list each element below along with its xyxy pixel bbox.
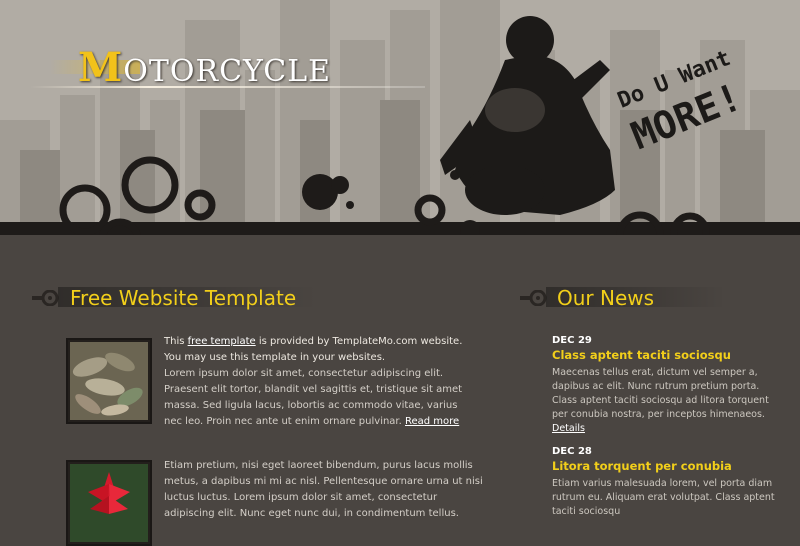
header-banner: MOTORCYCLE Do U Want MORE! <box>0 0 800 235</box>
news-heading: Our News <box>557 286 655 310</box>
news-date: DEC 29 <box>552 335 592 346</box>
free-template-link[interactable]: free template <box>188 336 256 347</box>
leaves-thumbnail <box>66 338 152 424</box>
wheel-icon <box>520 290 547 306</box>
body-paragraph-1: Lorem ipsum dolor sit amet, consectetur … <box>164 366 474 430</box>
news-item-body: Etiam varius malesuada lorem, vel porta … <box>552 478 775 517</box>
wheel-icon <box>32 290 59 306</box>
news-body-text: Maecenas tellus erat, dictum vel semper … <box>552 367 769 420</box>
main-heading: Free Website Template <box>70 286 297 310</box>
flower-thumbnail <box>66 460 152 546</box>
read-more-link[interactable]: Read more <box>405 416 459 427</box>
details-link[interactable]: Details <box>552 423 585 434</box>
site-logo[interactable]: MOTORCYCLE <box>78 44 331 91</box>
news-item-body: Maecenas tellus erat, dictum vel semper … <box>552 366 777 436</box>
news-title-link[interactable]: Litora torquent per conubia <box>552 459 732 473</box>
news-title-link[interactable]: Class aptent taciti sociosqu <box>552 348 731 362</box>
intro-prefix: This <box>164 336 188 347</box>
logo-underline <box>30 86 425 88</box>
news-date: DEC 28 <box>552 446 592 457</box>
logo-initial: M <box>78 44 124 91</box>
logo-text: OTORCYCLE <box>123 54 332 89</box>
intro-text: This free template is provided by Templa… <box>164 334 482 366</box>
body-paragraph-2: Etiam pretium, nisi eget laoreet bibendu… <box>164 460 483 519</box>
